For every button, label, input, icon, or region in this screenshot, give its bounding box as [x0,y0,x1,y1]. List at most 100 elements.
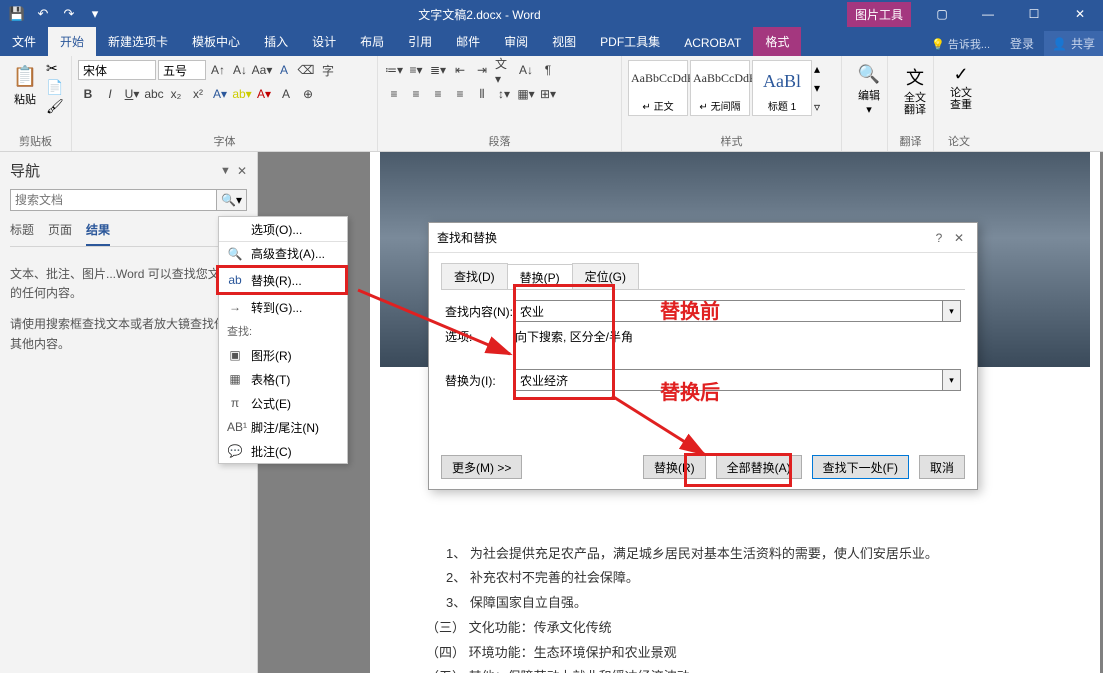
nav-pin-icon[interactable]: ▼ [220,165,231,177]
tab-home[interactable]: 开始 [48,27,96,56]
nav-tab-pages[interactable]: 页面 [48,221,72,246]
nav-search-input[interactable] [10,189,217,211]
shrink-font-icon[interactable]: A↓ [230,60,250,80]
phonetic-icon[interactable]: A [274,60,294,80]
menu-comments[interactable]: 💬批注(C) [219,439,347,463]
align-center-icon[interactable]: ≡ [406,84,426,104]
font-color-icon[interactable]: A▾ [254,84,274,104]
shading-icon[interactable]: ▦▾ [516,84,536,104]
menu-equations[interactable]: π公式(E) [219,391,347,415]
replace-button[interactable]: 替换(R) [643,455,706,479]
grow-font-icon[interactable]: A↑ [208,60,228,80]
picture-tools-tab[interactable]: 图片工具 [847,2,911,27]
superscript-icon[interactable]: x² [188,84,208,104]
tab-view[interactable]: 视图 [540,27,588,56]
cut-icon[interactable]: ✂ [46,60,64,77]
qat-more-icon[interactable]: ▾ [84,3,106,25]
tab-insert[interactable]: 插入 [252,27,300,56]
font-name-combo[interactable]: 宋体 [78,60,156,80]
tab-design[interactable]: 设计 [300,27,348,56]
justify-icon[interactable]: ≡ [450,84,470,104]
more-button[interactable]: 更多(M) >> [441,455,522,479]
borders-icon[interactable]: ⊞▾ [538,84,558,104]
full-translate-button[interactable]: 文 全文 翻译 [894,60,936,116]
menu-footnotes[interactable]: AB¹脚注/尾注(N) [219,415,347,439]
minimize-icon[interactable]: — [965,0,1011,28]
tab-file[interactable]: 文件 [0,27,48,56]
menu-tables[interactable]: ▦表格(T) [219,367,347,391]
close-icon[interactable]: ✕ [1057,0,1103,28]
change-case-icon[interactable]: Aa▾ [252,60,272,80]
dialog-close-icon[interactable]: ✕ [949,231,969,245]
nav-tab-headings[interactable]: 标题 [10,221,34,246]
tab-layout[interactable]: 布局 [348,27,396,56]
tab-mail[interactable]: 邮件 [444,27,492,56]
style-normal[interactable]: AaBbCcDdE↵ 正文 [628,60,688,116]
highlight-icon[interactable]: ab▾ [232,84,252,104]
style-no-spacing[interactable]: AaBbCcDdE↵ 无间隔 [690,60,750,116]
line-spacing-icon[interactable]: ↕▾ [494,84,514,104]
styles-up-icon[interactable]: ▴ [814,62,828,76]
find-dropdown-icon[interactable]: ▾ [943,300,961,322]
menu-replace[interactable]: ab替换(R)... [219,268,345,292]
bold-icon[interactable]: B [78,84,98,104]
tab-template-center[interactable]: 模板中心 [180,27,252,56]
tab-format[interactable]: 格式 [753,27,801,56]
paste-button[interactable]: 📋 粘贴 [6,60,44,115]
indent-dec-icon[interactable]: ⇤ [450,60,470,80]
replace-input[interactable] [515,369,943,391]
enclose-char-icon[interactable]: 字 [318,60,338,80]
multilevel-icon[interactable]: ≣▾ [428,60,448,80]
text-effects-icon[interactable]: A▾ [210,84,230,104]
menu-advanced-find[interactable]: 🔍高级查找(A)... [219,241,347,265]
paper-check-button[interactable]: ✓ 论文 查重 [940,60,982,111]
find-input[interactable] [515,300,943,322]
nav-close-icon[interactable]: ✕ [237,164,247,178]
share-button[interactable]: 👤 共享 [1044,31,1103,56]
styles-down-icon[interactable]: ▾ [814,81,828,95]
ribbon-options-icon[interactable]: ▢ [919,0,965,28]
menu-options[interactable]: 选项(O)... [219,217,347,241]
show-marks-icon[interactable]: ¶ [538,60,558,80]
nav-tab-results[interactable]: 结果 [86,221,110,246]
italic-icon[interactable]: I [100,84,120,104]
distribute-icon[interactable]: ⫴ [472,84,492,104]
copy-icon[interactable]: 📄 [46,79,64,96]
subscript-icon[interactable]: x₂ [166,84,186,104]
login-link[interactable]: 登录 [1000,35,1044,52]
clear-format-icon[interactable]: ⌫ [296,60,316,80]
format-painter-icon[interactable]: 🖌 [46,98,64,115]
save-icon[interactable]: 💾 [6,3,28,25]
char-border-icon[interactable]: A [276,84,296,104]
font-size-combo[interactable]: 五号 [158,60,206,80]
sort-icon[interactable]: A↓ [516,60,536,80]
replace-all-button[interactable]: 全部替换(A) [716,455,802,479]
underline-icon[interactable]: U▾ [122,84,142,104]
undo-icon[interactable]: ↶ [32,3,54,25]
tab-acrobat[interactable]: ACROBAT [672,30,753,56]
tell-me[interactable]: 💡 告诉我... [921,36,1000,52]
asian-layout-icon[interactable]: 文▾ [494,60,514,80]
menu-goto[interactable]: →转到(G)... [219,295,347,319]
dialog-tab-goto[interactable]: 定位(G) [572,263,639,289]
styles-more-icon[interactable]: ▿ [814,100,828,114]
char-shading-icon[interactable]: ⊕ [298,84,318,104]
edit-button[interactable]: 🔍 编辑▾ [848,60,890,116]
numbering-icon[interactable]: ≡▾ [406,60,426,80]
bullets-icon[interactable]: ≔▾ [384,60,404,80]
style-heading1[interactable]: AaBl标题 1 [752,60,812,116]
strike-icon[interactable]: abc [144,84,164,104]
replace-dropdown-icon[interactable]: ▾ [943,369,961,391]
redo-icon[interactable]: ↷ [58,3,80,25]
dialog-help-icon[interactable]: ? [929,231,949,245]
nav-search-button[interactable]: 🔍▾ [217,189,247,211]
find-next-button[interactable]: 查找下一处(F) [812,455,909,479]
dialog-tab-replace[interactable]: 替换(P) [507,264,573,290]
tab-references[interactable]: 引用 [396,27,444,56]
align-right-icon[interactable]: ≡ [428,84,448,104]
tab-review[interactable]: 审阅 [492,27,540,56]
indent-inc-icon[interactable]: ⇥ [472,60,492,80]
dialog-tab-find[interactable]: 查找(D) [441,263,508,289]
maximize-icon[interactable]: ☐ [1011,0,1057,28]
tab-template-item[interactable]: 新建选项卡 [96,27,180,56]
